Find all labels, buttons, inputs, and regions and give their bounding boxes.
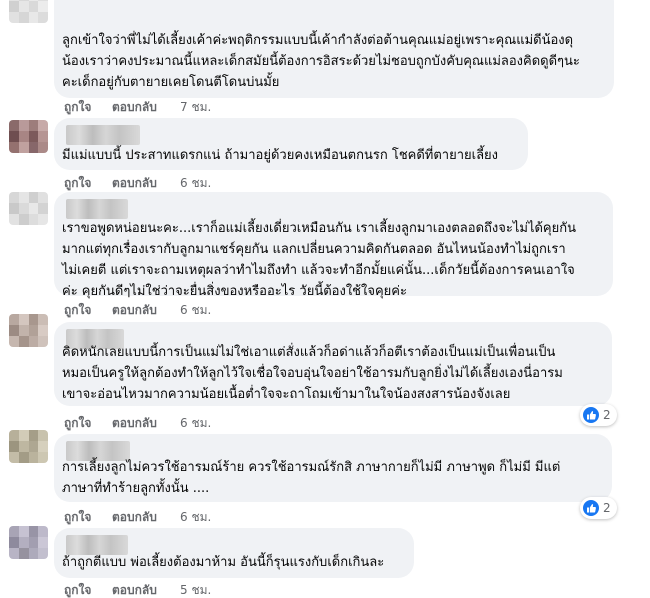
reaction-number: 2 — [603, 408, 611, 422]
like-icon — [583, 500, 599, 516]
avatar[interactable] — [9, 314, 48, 347]
comment-bubble: เราขอพูดหน่อยนะคะ...เราก็อแม่เลี้ยงเดี่ย… — [54, 192, 613, 299]
like-button[interactable]: ถูกใจ — [64, 509, 91, 525]
comment-time[interactable]: 6 ชม. — [180, 302, 211, 318]
comment-time[interactable]: 6 ชม. — [180, 509, 211, 525]
avatar[interactable] — [9, 430, 48, 463]
reaction-number: 2 — [603, 501, 611, 515]
comment-bubble: ถ้าถูกตีแบบ พ่อเลี้ยงต้องมาห้าม อันนี้ก็… — [54, 528, 414, 578]
avatar[interactable] — [9, 0, 48, 23]
avatar[interactable] — [9, 192, 48, 225]
comment-text: การเลี้ยงลูกไม่ควรใช้อารมณ์ร้าย ควรใช้อา… — [62, 460, 561, 496]
comment-time[interactable]: 6 ชม. — [180, 175, 211, 191]
comment-text: ลูกเข้าใจว่าพี่ไม่ได้เลี้ยงเค้าค่ะพฤติกร… — [62, 33, 580, 90]
like-icon — [583, 407, 599, 423]
comment-text: มีแม่แบบนี้ ประสาทแดรกแน่ ถ้ามาอยู่ด้วยค… — [62, 148, 499, 163]
like-button[interactable]: ถูกใจ — [64, 175, 91, 191]
comment-time[interactable]: 6 ชม. — [180, 415, 211, 431]
commenter-name[interactable] — [66, 125, 140, 145]
comment-text: เราขอพูดหน่อยนะคะ...เราก็อแม่เลี้ยงเดี่ย… — [62, 221, 576, 299]
comment-bubble: ลูกเข้าใจว่าพี่ไม่ได้เลี้ยงเค้าค่ะพฤติกร… — [54, 0, 614, 98]
like-button[interactable]: ถูกใจ — [64, 582, 91, 598]
reaction-count[interactable]: 2 — [580, 404, 617, 426]
like-button[interactable]: ถูกใจ — [64, 99, 91, 115]
comment-time[interactable]: 5 ชม. — [180, 582, 211, 598]
reply-button[interactable]: ตอบกลับ — [112, 582, 157, 598]
like-button[interactable]: ถูกใจ — [64, 415, 91, 431]
comment-time[interactable]: 7 ชม. — [180, 99, 211, 115]
reply-button[interactable]: ตอบกลับ — [112, 302, 157, 318]
comment-text: คิดหนักเลยแบบนี้การเป็นแม่ไม่ใช่เอาแต่สั… — [62, 345, 563, 402]
reply-button[interactable]: ตอบกลับ — [112, 175, 157, 191]
comment-bubble: มีแม่แบบนี้ ประสาทแดรกแน่ ถ้ามาอยู่ด้วยค… — [54, 118, 528, 170]
reply-button[interactable]: ตอบกลับ — [112, 99, 157, 115]
comment-text: ถ้าถูกตีแบบ พ่อเลี้ยงต้องมาห้าม อันนี้ก็… — [62, 555, 385, 570]
comment-bubble: คิดหนักเลยแบบนี้การเป็นแม่ไม่ใช่เอาแต่สั… — [54, 322, 612, 406]
reaction-count[interactable]: 2 — [580, 497, 617, 519]
avatar[interactable] — [9, 120, 48, 153]
comment-bubble: การเลี้ยงลูกไม่ควรใช้อารมณ์ร้าย ควรใช้อา… — [54, 434, 612, 502]
commenter-name[interactable] — [66, 199, 128, 219]
reply-button[interactable]: ตอบกลับ — [112, 509, 157, 525]
reply-button[interactable]: ตอบกลับ — [112, 415, 157, 431]
avatar[interactable] — [9, 526, 48, 559]
like-button[interactable]: ถูกใจ — [64, 302, 91, 318]
